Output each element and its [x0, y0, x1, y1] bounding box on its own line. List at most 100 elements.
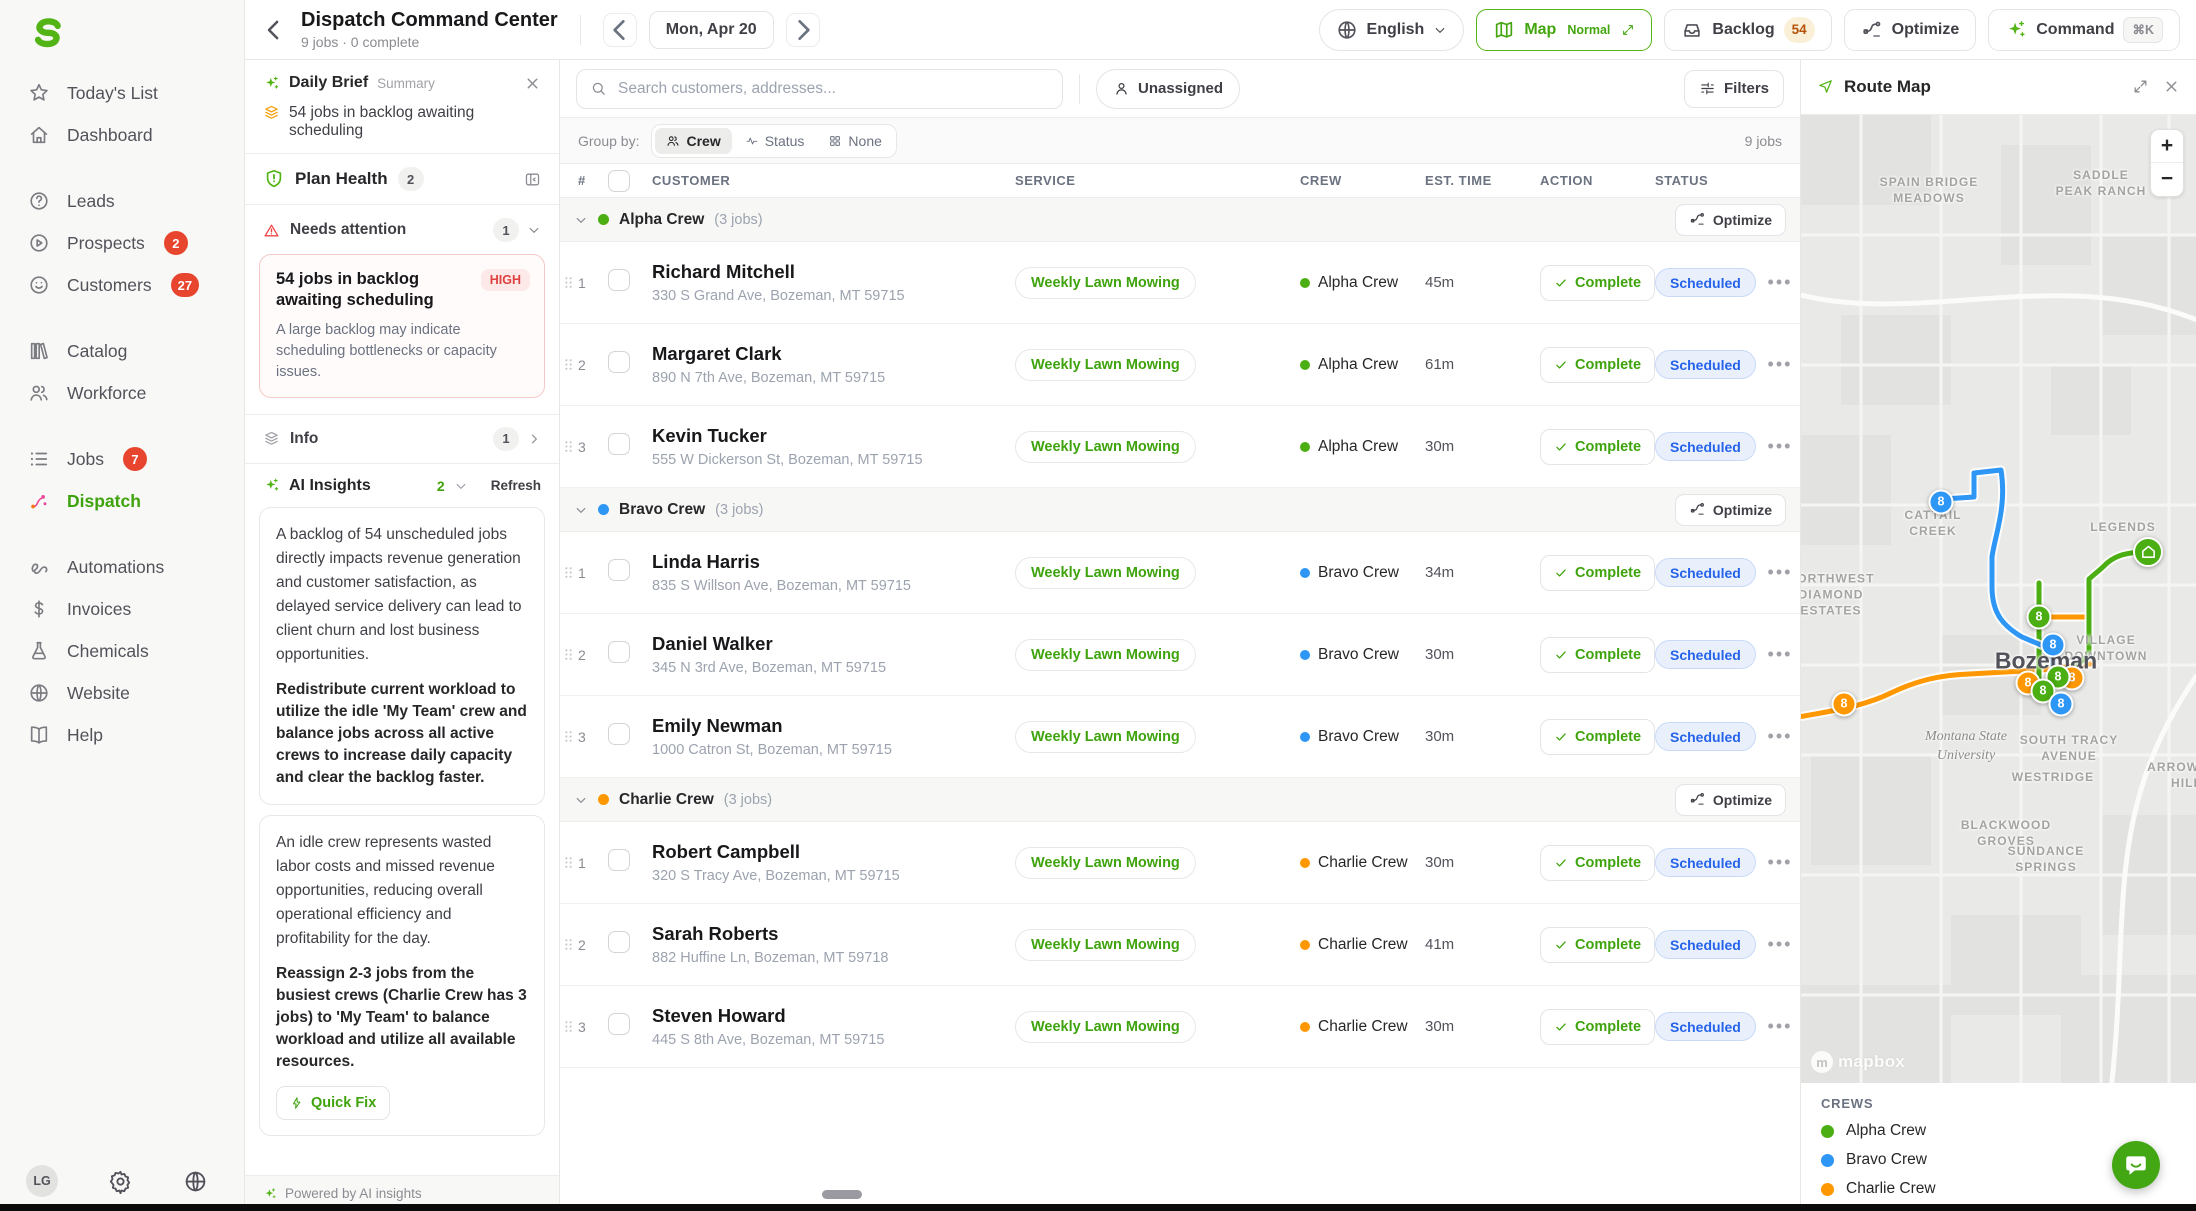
map-marker-stop-bravo[interactable]: 8: [2049, 691, 2074, 716]
row-menu-button[interactable]: •••: [1760, 644, 1800, 665]
sidebar-item-dashboard[interactable]: Dashboard: [0, 114, 244, 156]
row-checkbox[interactable]: [608, 723, 630, 745]
back-button[interactable]: [259, 15, 289, 45]
unassigned-button[interactable]: Unassigned: [1096, 69, 1240, 109]
row-checkbox[interactable]: [608, 559, 630, 581]
row-checkbox[interactable]: [608, 931, 630, 953]
sidebar-item-help[interactable]: Help: [0, 714, 244, 756]
group-header-charlie-crew[interactable]: Charlie Crew(3 jobs)Optimize: [560, 778, 1800, 822]
sidebar: Today's ListDashboard LeadsProspects2Cust…: [0, 0, 245, 1211]
drag-handle[interactable]: [560, 356, 577, 373]
search-input[interactable]: [616, 79, 1049, 99]
row-checkbox[interactable]: [608, 641, 630, 663]
map-marker-stop-charlie[interactable]: 8: [1832, 691, 1857, 716]
row-checkbox[interactable]: [608, 269, 630, 291]
close-icon[interactable]: [2163, 78, 2180, 95]
sidebar-item-prospects[interactable]: Prospects2: [0, 222, 244, 264]
sidebar-item-customers[interactable]: Customers27: [0, 264, 244, 306]
group-header-bravo-crew[interactable]: Bravo Crew(3 jobs)Optimize: [560, 488, 1800, 532]
drag-handle[interactable]: [560, 646, 577, 663]
chat-fab-button[interactable]: [2112, 1141, 2160, 1189]
row-checkbox[interactable]: [608, 351, 630, 373]
zoom-out-button[interactable]: −: [2151, 163, 2183, 196]
info-row[interactable]: Info 1: [245, 414, 559, 464]
row-menu-button[interactable]: •••: [1760, 354, 1800, 375]
row-menu-button[interactable]: •••: [1760, 934, 1800, 955]
group-optimize-button[interactable]: Optimize: [1675, 204, 1786, 236]
optimize-button[interactable]: Optimize: [1844, 9, 1977, 51]
complete-button[interactable]: Complete: [1540, 637, 1655, 673]
sidebar-item-invoices[interactable]: Invoices: [0, 588, 244, 630]
alert-card[interactable]: 54 jobs in backlog awaiting scheduling H…: [259, 254, 545, 398]
globe-icon[interactable]: [183, 1169, 208, 1194]
sidebar-item-automations[interactable]: Automations: [0, 546, 244, 588]
drag-handle[interactable]: [560, 274, 577, 291]
row-menu-button[interactable]: •••: [1760, 562, 1800, 583]
sidebar-item-catalog[interactable]: Catalog: [0, 330, 244, 372]
sidebar-item-chemicals[interactable]: Chemicals: [0, 630, 244, 672]
row-menu-button[interactable]: •••: [1760, 1016, 1800, 1037]
drag-handle[interactable]: [560, 438, 577, 455]
row-menu-button[interactable]: •••: [1760, 272, 1800, 293]
group-optimize-button[interactable]: Optimize: [1675, 784, 1786, 816]
row-checkbox[interactable]: [608, 849, 630, 871]
refresh-button[interactable]: Refresh: [491, 478, 541, 493]
date-next-button[interactable]: [786, 13, 820, 47]
book-icon: [28, 724, 50, 746]
date-button[interactable]: Mon, Apr 20: [649, 11, 774, 49]
complete-button[interactable]: Complete: [1540, 719, 1655, 755]
row-checkbox[interactable]: [608, 1013, 630, 1035]
map-canvas[interactable]: + − m mapbox SPAIN BRIDGE MEADOWSSADDLE …: [1801, 115, 2196, 1083]
drag-handle[interactable]: [560, 854, 577, 871]
group-optimize-button[interactable]: Optimize: [1675, 494, 1786, 526]
sidebar-item-website[interactable]: Website: [0, 672, 244, 714]
complete-button[interactable]: Complete: [1540, 347, 1655, 383]
sidebar-item-today-s-list[interactable]: Today's List: [0, 72, 244, 114]
needs-attention-row[interactable]: Needs attention 1: [245, 205, 559, 250]
map-marker-stop-alpha[interactable]: 8: [2027, 604, 2052, 629]
sidebar-item-dispatch[interactable]: Dispatch: [0, 480, 244, 522]
complete-button[interactable]: Complete: [1540, 927, 1655, 963]
table-header: # CUSTOMER SERVICE CREW EST. TIME ACTION…: [560, 164, 1800, 198]
sidebar-item-jobs[interactable]: Jobs7: [0, 438, 244, 480]
select-all-checkbox[interactable]: [608, 170, 630, 192]
mapbox-attribution[interactable]: m mapbox: [1811, 1051, 1905, 1073]
complete-button[interactable]: Complete: [1540, 555, 1655, 591]
row-menu-button[interactable]: •••: [1760, 726, 1800, 747]
language-select[interactable]: English: [1319, 9, 1465, 51]
group-by-option-crew[interactable]: Crew: [655, 128, 731, 154]
gear-icon[interactable]: [108, 1169, 133, 1194]
complete-button[interactable]: Complete: [1540, 265, 1655, 301]
complete-button[interactable]: Complete: [1540, 429, 1655, 465]
date-prev-button[interactable]: [603, 13, 637, 47]
expand-icon[interactable]: [2132, 78, 2149, 95]
close-icon[interactable]: [524, 75, 541, 92]
chevron-down-icon[interactable]: [454, 479, 468, 493]
map-marker-stop-bravo[interactable]: 8: [2041, 632, 2066, 657]
group-by-option-none[interactable]: None: [817, 128, 892, 154]
zoom-in-button[interactable]: +: [2151, 130, 2183, 163]
group-header-alpha-crew[interactable]: Alpha Crew(3 jobs)Optimize: [560, 198, 1800, 242]
sidebar-item-workforce[interactable]: Workforce: [0, 372, 244, 414]
row-checkbox[interactable]: [608, 433, 630, 455]
quick-fix-button[interactable]: Quick Fix: [276, 1086, 390, 1120]
drag-handle[interactable]: [560, 1018, 577, 1035]
map-marker-stop-bravo[interactable]: 8: [1929, 489, 1954, 514]
drag-handle[interactable]: [560, 728, 577, 745]
collapse-panel-icon[interactable]: [524, 171, 541, 188]
drag-handle[interactable]: [560, 564, 577, 581]
sidebar-item-leads[interactable]: Leads: [0, 180, 244, 222]
row-menu-button[interactable]: •••: [1760, 852, 1800, 873]
avatar[interactable]: LG: [26, 1165, 58, 1197]
group-by-option-status[interactable]: Status: [734, 128, 816, 154]
command-button[interactable]: Command ⌘K: [1988, 9, 2180, 51]
complete-button[interactable]: Complete: [1540, 1009, 1655, 1045]
backlog-button[interactable]: Backlog 54: [1664, 9, 1831, 51]
horizontal-scrollbar[interactable]: [822, 1190, 862, 1199]
drag-handle[interactable]: [560, 936, 577, 953]
map-marker-home-alpha[interactable]: [2133, 537, 2163, 567]
filters-button[interactable]: Filters: [1684, 70, 1784, 108]
map-toggle-button[interactable]: Map Normal: [1476, 9, 1652, 51]
complete-button[interactable]: Complete: [1540, 845, 1655, 881]
row-menu-button[interactable]: •••: [1760, 436, 1800, 457]
